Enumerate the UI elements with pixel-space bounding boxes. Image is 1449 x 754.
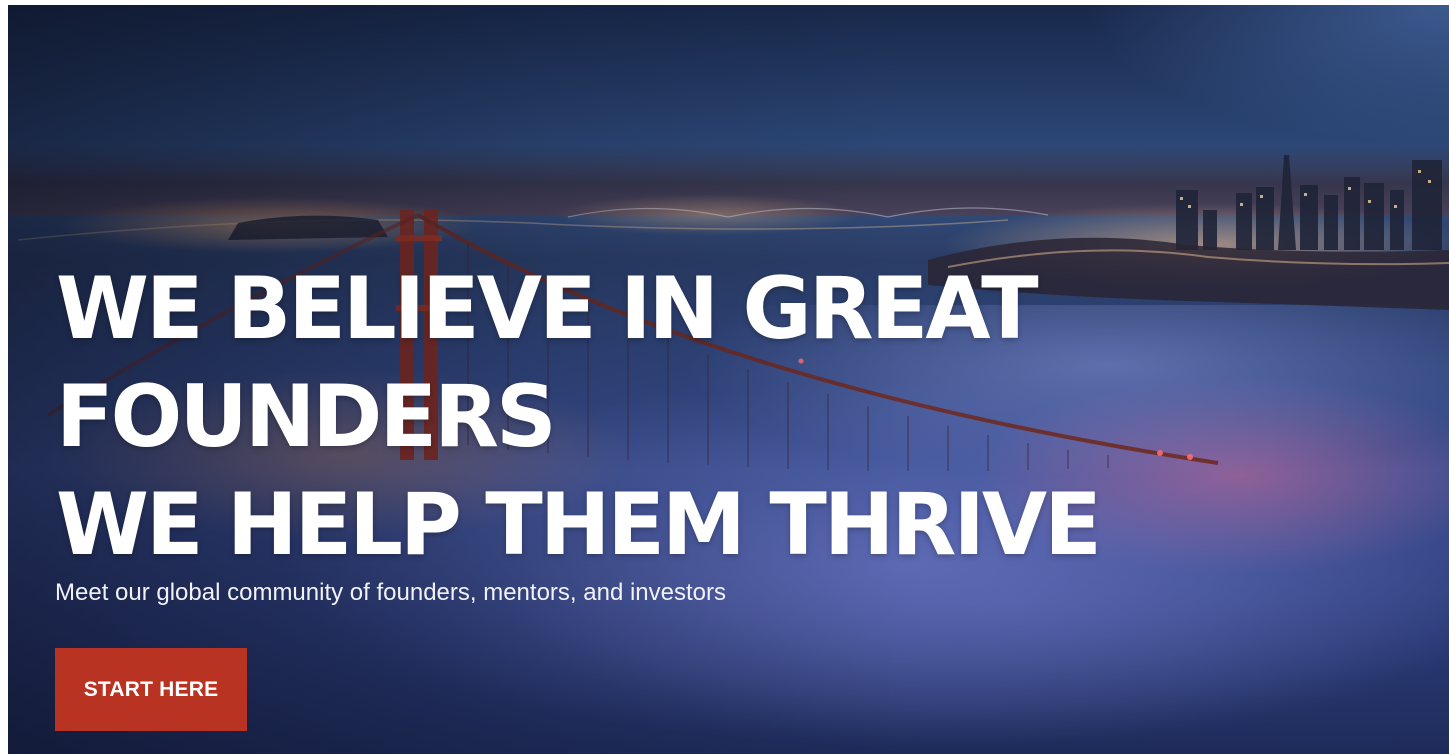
headline-line-3: WE HELP THEM THRIVE	[56, 475, 1102, 575]
headline-line-2: FOUNDERS	[56, 367, 557, 467]
start-here-button[interactable]: START HERE	[55, 648, 247, 731]
hero-section: WE BELIEVE IN GREAT FOUNDERS WE HELP THE…	[8, 5, 1449, 754]
hero-headline: WE BELIEVE IN GREAT FOUNDERS WE HELP THE…	[56, 255, 1102, 579]
hero-subtitle: Meet our global community of founders, m…	[55, 579, 726, 606]
headline-line-1: WE BELIEVE IN GREAT	[56, 259, 1039, 359]
